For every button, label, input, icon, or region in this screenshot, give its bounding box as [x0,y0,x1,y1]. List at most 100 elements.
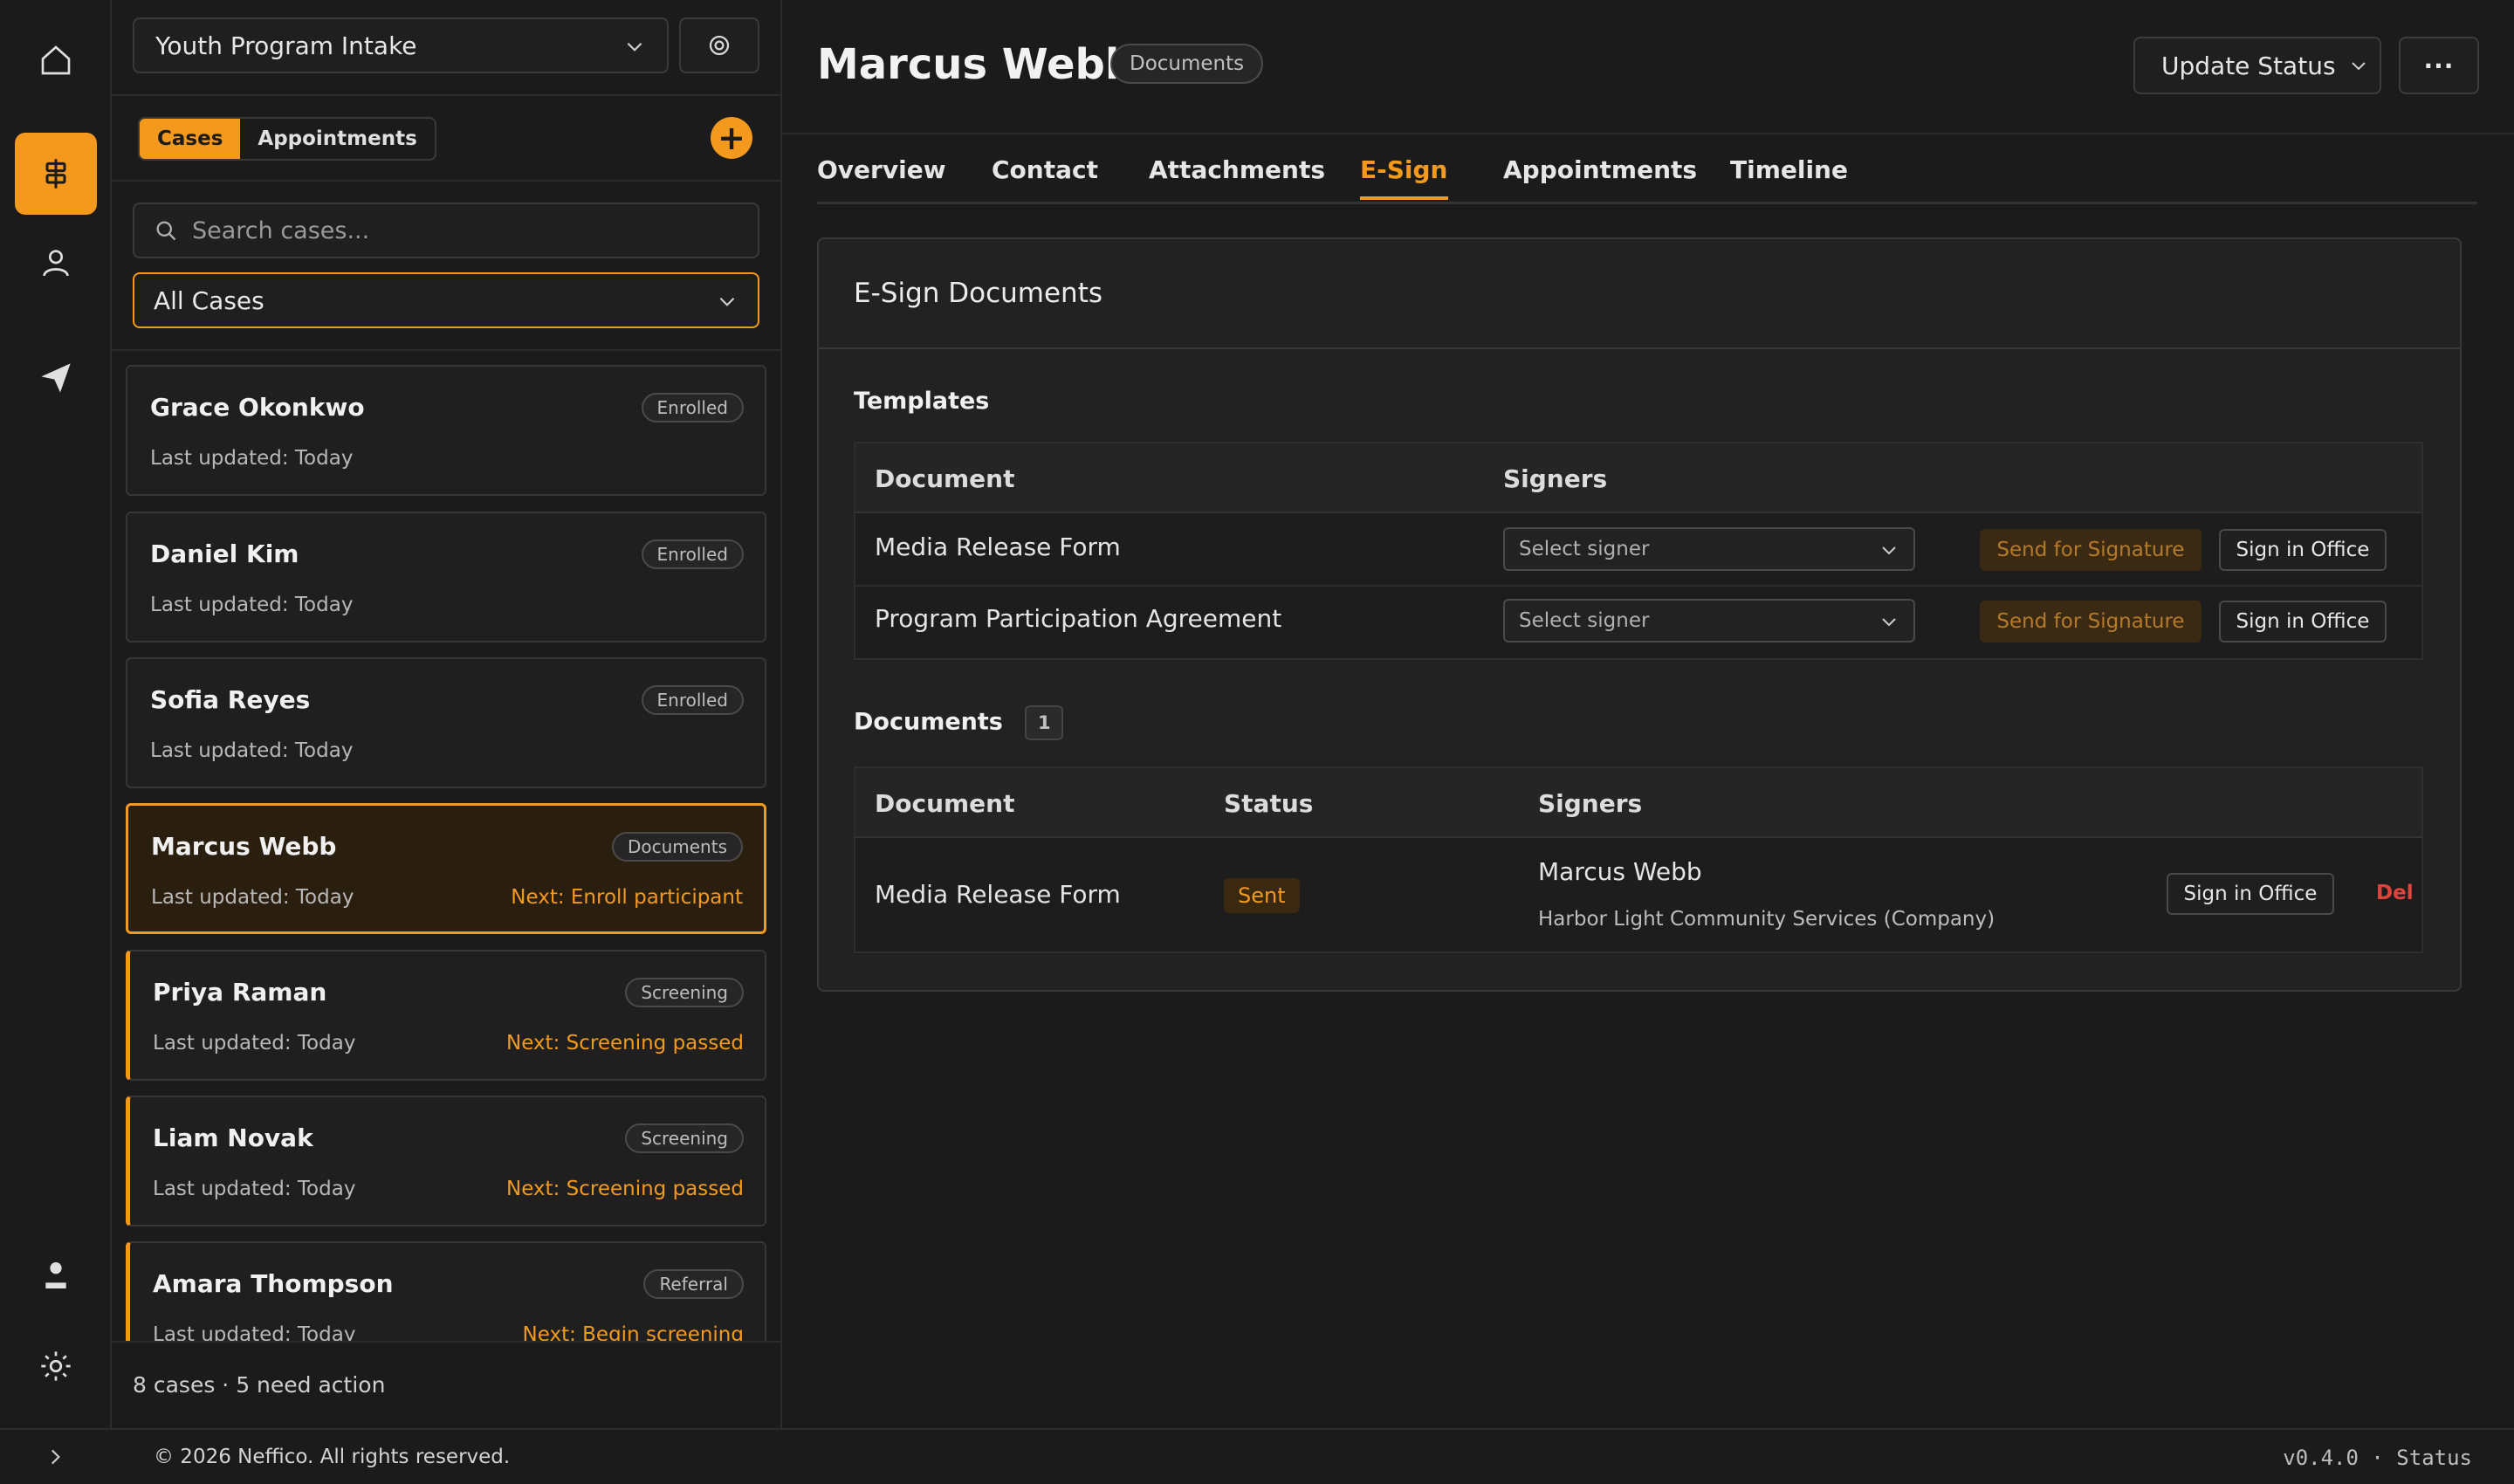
column-header: Signers [1538,789,1643,818]
column-header: Signers [1503,464,1608,493]
program-settings-button[interactable] [679,17,759,73]
home-nav-button[interactable] [15,19,97,101]
status-badge: Enrolled [641,685,744,715]
update-status-label: Update Status [2161,51,2336,80]
document-name: Media Release Form [875,532,1121,561]
status-badge: Screening [625,1123,744,1153]
documents-table: Document Status Signers Media Release Fo… [854,766,2423,953]
table-row: Media Release Form Select signer Send fo… [855,513,2421,587]
tab-attachments[interactable]: Attachments [1149,155,1325,196]
templates-table: Document Signers Media Release Form Sele… [854,442,2423,660]
program-select[interactable]: Youth Program Intake [133,17,669,73]
chevron-down-icon [2351,62,2366,71]
tab-contact[interactable]: Contact [992,155,1098,196]
divider [782,133,2514,134]
signer-select[interactable]: Select signer [1503,599,1915,642]
case-card[interactable]: Priya Raman Screening Last updated: Toda… [126,950,766,1081]
divider [112,1341,782,1343]
chevron-down-icon [719,297,735,306]
case-updated: Last updated: Today [153,1032,356,1055]
case-card[interactable]: Grace Okonkwo Enrolled Last updated: Tod… [126,365,766,496]
settings-nav-button[interactable] [15,1325,97,1407]
table-row: Media Release Form Sent Marcus Webb Harb… [855,838,2421,952]
cases-toggle[interactable]: Cases [140,119,241,159]
profile-icon [45,1262,66,1288]
profile-nav-button[interactable] [15,1234,97,1316]
esign-panel: E-Sign Documents Templates Document Sign… [817,237,2462,992]
signer-name: Marcus Webb [1538,857,1702,886]
status-badge: Enrolled [641,393,744,423]
next-action: Next: Screening passed [505,1032,744,1055]
tab-timeline[interactable]: Timeline [1730,155,1848,196]
sign-in-office-button[interactable]: Sign in Office [2219,601,2387,642]
status-badge: Screening [625,978,744,1007]
tab-esign[interactable]: E-Sign [1360,155,1448,200]
tab-overview[interactable]: Overview [817,155,946,196]
case-updated: Last updated: Today [153,1323,356,1341]
sign-in-office-button[interactable]: Sign in Office [2219,529,2387,571]
program-select-value: Youth Program Intake [155,31,417,60]
case-filter-select[interactable]: All Cases [133,272,759,328]
version-status[interactable]: v0.4.0 · Status [2283,1446,2472,1470]
send-icon [41,363,71,393]
send-nav-button[interactable] [15,337,97,419]
cases-icon [45,159,66,189]
status-badge: Enrolled [641,539,744,569]
chevron-right-icon[interactable] [44,1446,66,1468]
appointments-toggle[interactable]: Appointments [240,119,434,159]
plus-icon: + [718,119,745,157]
chevron-down-icon [1882,618,1896,627]
search-input[interactable] [192,216,716,244]
panel-title: E-Sign Documents [819,239,2460,349]
templates-heading: Templates [854,388,990,415]
column-header: Document [875,789,1015,818]
chevron-down-icon [1882,546,1896,555]
people-nav-button[interactable] [15,222,97,304]
case-name: Amara Thompson [153,1269,394,1298]
case-detail: Marcus Webb Documents Update Status ··· … [782,0,2514,1428]
tab-bar: Overview Contact Attachments E-Sign Appo… [817,152,2477,204]
home-icon [41,45,71,75]
view-toggle: Cases Appointments [138,117,436,161]
delete-button[interactable]: Del [2376,882,2414,904]
signer-select-placeholder: Select signer [1519,609,1650,632]
document-name: Media Release Form [875,880,1121,909]
signer-select[interactable]: Select signer [1503,527,1915,571]
case-list: Grace Okonkwo Enrolled Last updated: Tod… [126,365,766,1341]
divider [112,349,782,351]
cases-nav-button[interactable] [15,133,97,215]
case-updated: Last updated: Today [150,594,354,616]
status-badge: Documents [611,832,743,862]
divider [112,180,782,182]
table-header: Document Signers [855,443,2421,513]
send-for-signature-button[interactable]: Send for Signature [1980,601,2201,642]
case-card-selected[interactable]: Marcus Webb Documents Last updated: Toda… [126,803,766,934]
case-card[interactable]: Liam Novak Screening Last updated: Today… [126,1096,766,1226]
tab-appointments[interactable]: Appointments [1503,155,1697,196]
next-action: Next: Begin screening [522,1323,744,1341]
table-header: Document Status Signers [855,768,2421,838]
sign-in-office-button[interactable]: Sign in Office [2167,873,2334,915]
case-card[interactable]: Daniel Kim Enrolled Last updated: Today [126,512,766,642]
search-icon [156,221,176,241]
documents-heading: Documents 1 [854,705,1064,740]
column-header: Document [875,464,1015,493]
update-status-button[interactable]: Update Status [2133,37,2381,94]
user-icon [43,250,69,277]
more-options-button[interactable]: ··· [2399,37,2479,94]
case-updated: Last updated: Today [150,447,354,470]
add-case-button[interactable]: + [711,117,752,159]
status-badge: Documents [1110,44,1264,84]
page-title: Marcus Webb [817,40,1136,89]
case-card[interactable]: Amara Thompson Referral Last updated: To… [126,1241,766,1341]
case-count-summary: 8 cases · 5 need action [133,1372,386,1398]
more-icon: ··· [2423,51,2455,80]
case-name: Priya Raman [153,978,327,1007]
signer-organization: Harbor Light Community Services (Company… [1538,908,1995,931]
table-row: Program Participation Agreement Select s… [855,587,2421,658]
filter-value: All Cases [154,285,264,315]
send-for-signature-button[interactable]: Send for Signature [1980,529,2201,571]
case-card[interactable]: Sofia Reyes Enrolled Last updated: Today [126,657,766,788]
document-count: 1 [1025,705,1064,740]
gear-icon [709,35,730,56]
